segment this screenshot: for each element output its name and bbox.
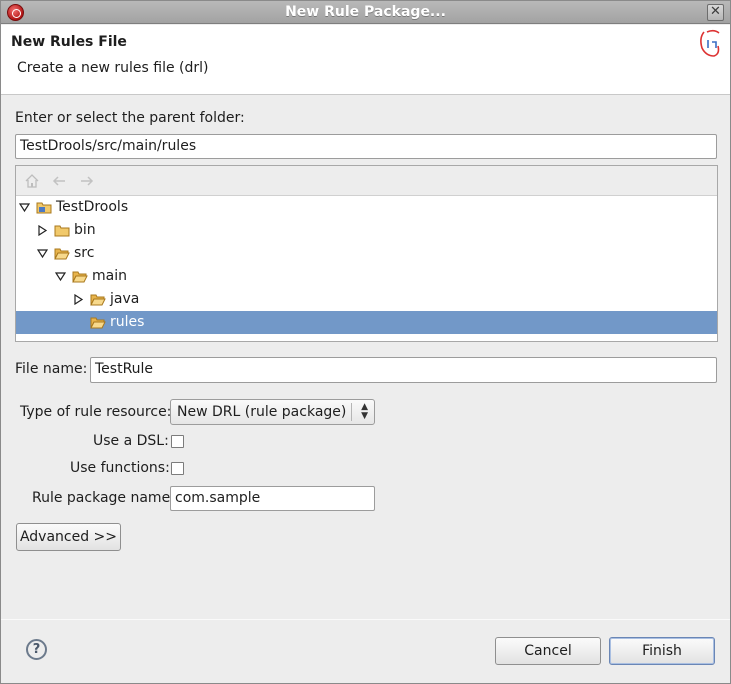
tree-item-java[interactable]: java [16,288,717,311]
dialog-window: New Rule Package... ✕ New Rules File Cre… [0,0,731,684]
drools-logo-icon [700,29,720,57]
package-name-input[interactable]: com.sample [170,486,375,511]
collapsed-arrow-icon[interactable] [37,225,48,236]
tree-item-bin[interactable]: bin [16,219,717,242]
resource-type-label: Type of rule resource: [20,404,172,420]
tree-item-rules[interactable]: rules [16,311,717,334]
file-name-input[interactable]: TestRule [90,357,717,383]
back-arrow-icon[interactable] [51,173,67,189]
banner-title: New Rules File [11,34,127,50]
finish-button[interactable]: Finish [609,637,715,665]
cancel-button[interactable]: Cancel [495,637,601,665]
folder-tree[interactable]: TestDrools bin src main java rules [15,165,718,342]
resource-type-select[interactable]: New DRL (rule package) ▲ ▼ [170,399,375,425]
resource-type-value: New DRL (rule package) [177,404,347,420]
wizard-banner: New Rules File Create a new rules file (… [1,25,730,95]
tree-toolbar [16,166,717,196]
tree-item-label: src [74,245,95,261]
use-functions-label: Use functions: [70,460,170,476]
project-folder-icon [36,202,52,214]
tree-item-main[interactable]: main [16,265,717,288]
use-dsl-checkbox[interactable] [171,435,184,448]
expanded-arrow-icon[interactable] [55,271,66,282]
use-dsl-label: Use a DSL: [93,433,169,449]
parent-folder-input[interactable]: TestDrools/src/main/rules [15,134,717,159]
package-name-label: Rule package name: [32,490,175,506]
open-folder-icon [54,248,70,260]
expanded-arrow-icon[interactable] [37,248,48,259]
combo-divider [351,403,352,421]
close-button[interactable]: ✕ [707,4,724,21]
collapsed-arrow-icon[interactable] [73,294,84,305]
open-folder-icon [72,271,88,283]
tree-item-label: main [92,268,127,284]
tree-item-label: TestDrools [56,199,129,215]
tree-item-label: java [110,291,140,307]
forward-arrow-icon[interactable] [79,173,95,189]
parent-folder-label: Enter or select the parent folder: [15,110,245,126]
tree-item-label: rules [110,314,145,330]
file-name-label: File name: [15,361,88,377]
title-bar[interactable]: New Rule Package... ✕ [1,1,730,24]
advanced-button[interactable]: Advanced >> [16,523,121,551]
open-folder-icon [90,317,106,329]
tree-item-label: bin [74,222,96,238]
tree-item-src[interactable]: src [16,242,717,265]
folder-icon [54,225,70,237]
banner-description: Create a new rules file (drl) [17,60,209,76]
home-icon[interactable] [24,173,40,189]
window-title: New Rule Package... [285,4,446,20]
up-down-arrows-icon: ▲ ▼ [361,402,368,421]
expanded-arrow-icon[interactable] [19,202,30,213]
use-functions-checkbox[interactable] [171,462,184,475]
open-folder-icon [90,294,106,306]
tree-item-testdrools[interactable]: TestDrools [16,196,717,219]
help-icon[interactable]: ? [26,639,47,660]
footer-divider [1,619,730,620]
